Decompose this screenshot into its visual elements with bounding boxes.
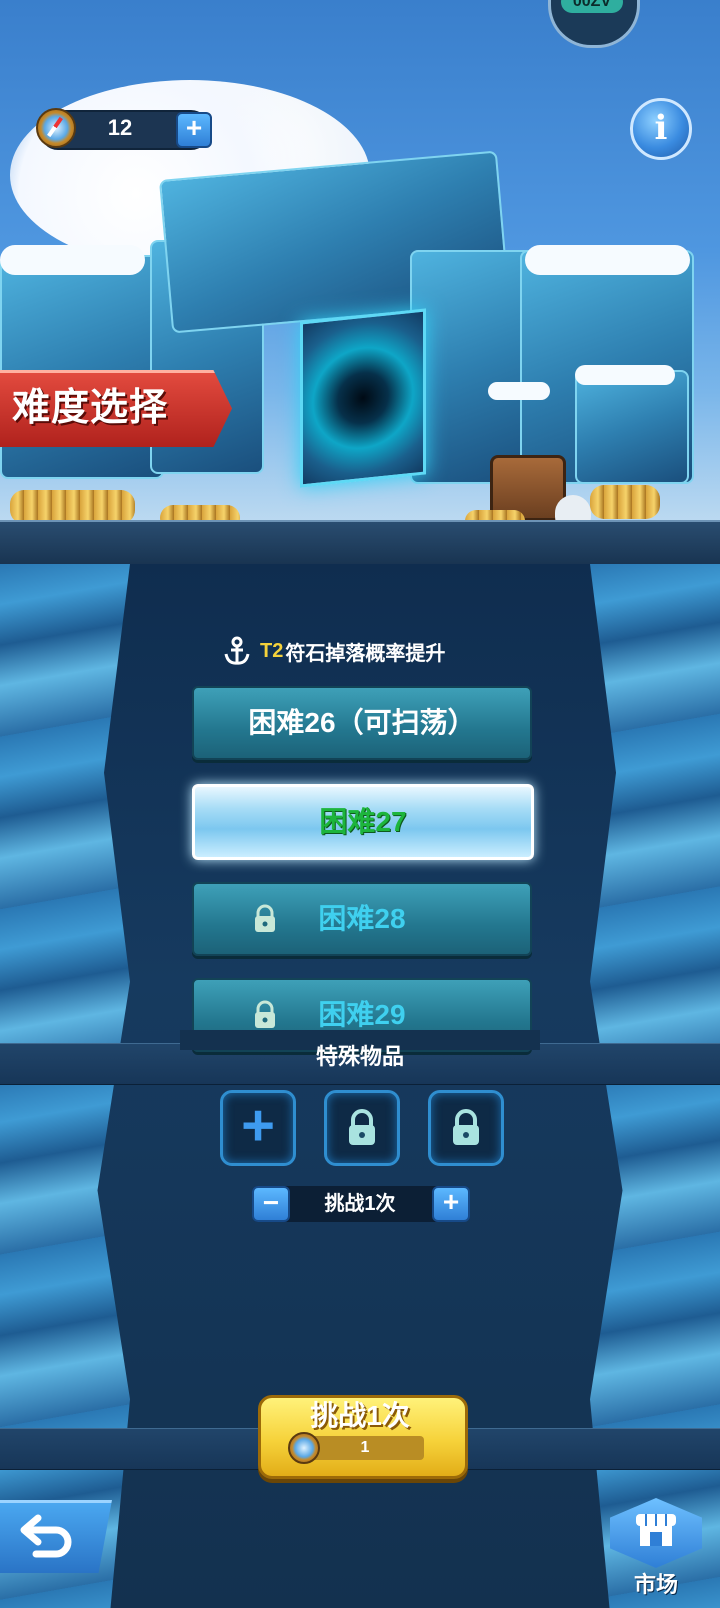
lock-icon — [255, 904, 275, 932]
level-label: 困难27 — [319, 806, 407, 837]
portal-vortex — [300, 308, 426, 488]
ice-block — [575, 370, 689, 484]
lock-icon — [453, 1109, 479, 1145]
top-badge-text: 00ZV — [561, 0, 623, 13]
stamina-value: 12 — [107, 115, 133, 140]
difficulty-banner-label: 难度选择 — [12, 387, 169, 429]
add-icon: + — [241, 1093, 275, 1158]
challenge-count-text: 挑战1次 — [324, 1193, 396, 1215]
level-label: 困难26（可扫荡） — [248, 707, 476, 738]
ice-block — [410, 250, 534, 484]
compass-icon — [36, 108, 76, 148]
level-button-27[interactable]: 困难27 — [192, 784, 534, 860]
bonus-tier: T2 — [260, 639, 284, 662]
snow-cap — [0, 245, 145, 275]
special-item-slot-add[interactable]: + — [220, 1090, 296, 1166]
snow-cap — [488, 382, 550, 400]
back-arrow-icon — [20, 1514, 72, 1558]
anchor-icon — [224, 636, 250, 665]
challenge-button-label: 挑战1次 — [310, 1400, 410, 1431]
decrease-count-button[interactable]: − — [252, 1186, 290, 1222]
challenge-cost: 1 — [306, 1436, 424, 1460]
level-button-28[interactable]: 困难28 — [192, 882, 532, 956]
market-label: 市场 — [633, 1572, 678, 1597]
stone-ledge — [0, 520, 720, 566]
gold-coins — [10, 490, 135, 524]
special-items-title: 特殊物品 — [315, 1044, 404, 1069]
compass-icon — [288, 1432, 320, 1464]
add-stamina-button[interactable]: + — [176, 112, 212, 148]
increase-count-button[interactable]: + — [432, 1186, 470, 1222]
bonus-text: 符石掉落概率提升 — [285, 642, 446, 665]
special-item-slot-locked[interactable] — [428, 1090, 504, 1166]
special-item-slot-locked[interactable] — [324, 1090, 400, 1166]
level-label: 困难28 — [318, 903, 406, 934]
info-button[interactable]: i — [630, 98, 692, 160]
shop-icon — [636, 1514, 676, 1546]
snow-cap — [575, 365, 675, 385]
level-button-26[interactable]: 困难26（可扫荡） — [192, 686, 532, 760]
lock-icon — [349, 1109, 375, 1145]
gold-coins — [590, 485, 660, 519]
lock-icon — [255, 1000, 275, 1028]
bonus-row: T2 符石掉落概率提升 — [222, 634, 445, 668]
snow-cap — [525, 245, 690, 275]
